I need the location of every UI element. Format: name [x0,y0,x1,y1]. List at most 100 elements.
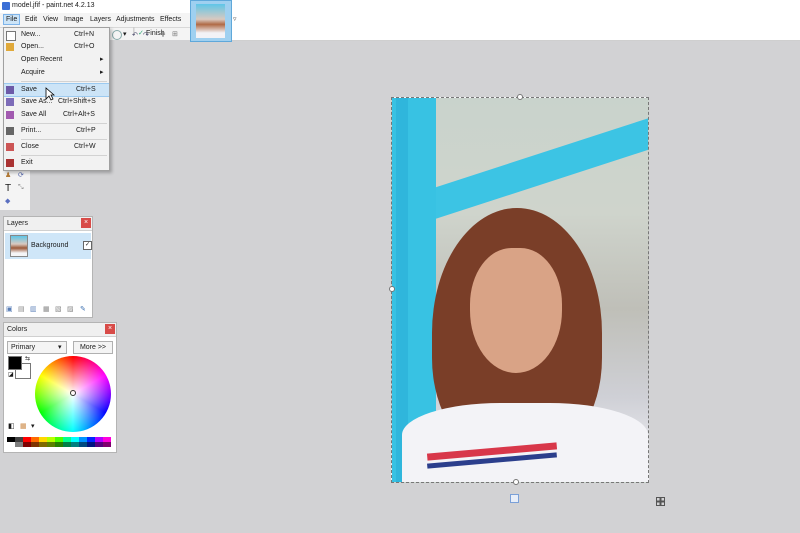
line-tool-icon[interactable]: ⤡ [18,184,24,192]
more-button[interactable]: More >> [73,341,113,354]
move-layer-up-icon[interactable]: ▧ [55,305,62,313]
menu-item-print[interactable]: Print... Ctrl+P [4,125,109,137]
menu-item-open[interactable]: Open... Ctrl+O [4,41,109,53]
image-content [470,248,562,373]
menu-item-save-all[interactable]: Save All Ctrl+Alt+S [4,109,109,121]
exit-icon [6,159,14,167]
print-icon [6,127,14,135]
layers-panel: Layers × Background ✓ ▣ ▤ ▥ ▦ ▧ ▨ ✎ [3,216,93,318]
layer-thumbnail [10,235,28,257]
menu-separator [21,81,107,82]
menu-item-shortcut: Ctrl+O [74,43,95,50]
shapes-tool-icon[interactable]: ◆ [5,197,10,205]
image-tab-strip [190,0,800,41]
menu-item-label: New... [21,31,41,38]
image-tab-thumbnail[interactable] [190,0,232,42]
layers-panel-title: Layers [7,220,29,227]
merge-layer-icon[interactable]: ▦ [43,305,50,313]
tab-dropdown-icon[interactable]: ▿ [233,15,237,23]
layer-row-background[interactable]: Background ✓ [5,233,92,259]
color-palette[interactable] [7,437,111,447]
menu-item-new[interactable]: New... Ctrl+N [4,29,109,41]
menu-adjustments[interactable]: Adjustments [114,15,157,24]
menu-effects[interactable]: Effects [158,15,183,24]
menu-item-shortcut: Ctrl+W [74,143,96,150]
menu-item-label: Open... [21,43,44,50]
app-icon [2,2,10,10]
chevron-down-icon[interactable]: ▾ [31,422,35,430]
chevron-down-icon[interactable]: ▾ [123,30,127,38]
menu-separator [21,139,107,140]
menu-item-acquire[interactable]: Acquire ▸ [4,67,109,79]
menu-view[interactable]: View [41,15,60,24]
save-icon [6,86,14,94]
menu-item-close[interactable]: Close Ctrl+W [4,141,109,153]
close-icon[interactable]: × [105,324,115,334]
menu-item-exit[interactable]: Exit [4,157,109,169]
layers-panel-header: Layers × [4,217,92,231]
reset-colors-icon[interactable]: ◪ [8,371,14,378]
menu-item-label: Open Recent [21,56,63,63]
shape-icon[interactable] [112,30,122,40]
redo-icon[interactable]: ↷ [143,31,149,39]
recolor-icon[interactable]: ⟳ [18,171,24,179]
image-canvas[interactable] [391,97,649,483]
color-wheel-cursor[interactable] [70,390,76,396]
menu-separator [21,155,107,156]
text-tool-icon[interactable]: T [5,183,11,194]
menu-file[interactable]: File [3,14,21,25]
menu-item-save[interactable]: Save Ctrl+S [4,83,109,97]
resize-handle[interactable] [513,479,519,485]
menu-item-open-recent[interactable]: Open Recent ▸ [4,54,109,66]
thumbnail-image [196,4,225,38]
move-layer-down-icon[interactable]: ▨ [67,305,74,313]
add-layer-icon[interactable]: ▣ [6,305,13,313]
menu-item-label: Exit [21,159,33,166]
canvas-anchor-icon[interactable] [510,494,519,503]
resize-handle[interactable] [517,94,523,100]
menu-separator [21,123,107,124]
menu-item-label: Acquire [21,69,45,76]
menu-item-shortcut: Ctrl+Alt+S [63,111,95,118]
layer-name: Background [31,242,69,249]
menu-item-shortcut: Ctrl+Shift+S [58,98,96,105]
menu-layers[interactable]: Layers [88,15,113,24]
image-content [402,403,648,482]
grid-icon[interactable] [656,497,665,506]
duplicate-layer-icon[interactable]: ▥ [30,305,37,313]
pixel-grid-icon[interactable]: ⊞ [172,30,178,38]
new-file-icon [6,31,16,41]
file-menu-dropdown: New... Ctrl+N Open... Ctrl+O Open Recent… [3,27,110,171]
submenu-arrow-icon: ▸ [100,56,104,63]
undo-icon[interactable]: ↶ [132,31,138,39]
menu-item-save-as[interactable]: Save As... Ctrl+Shift+S [4,96,109,108]
colors-panel-header: Colors × [4,323,116,337]
menu-item-shortcut: Ctrl+N [74,31,95,38]
layer-visibility-checkbox[interactable]: ✓ [83,241,92,250]
close-icon[interactable]: × [81,218,91,228]
close-file-icon [6,143,14,151]
layer-properties-icon[interactable]: ✎ [80,305,86,313]
color-mode-select[interactable]: Primary ▾ [7,341,67,354]
save-all-icon [6,111,14,119]
menu-item-shortcut: Ctrl+P [76,127,96,134]
colors-panel-title: Colors [7,326,28,333]
menu-edit[interactable]: Edit [23,15,39,24]
save-as-icon [6,98,14,106]
color-picker-mode-icon[interactable]: ◧ [8,422,15,430]
clone-stamp-icon[interactable]: ♟ [5,171,11,179]
menu-image[interactable]: Image [62,15,85,24]
swap-colors-icon[interactable]: ⇆ [25,355,30,362]
menu-item-shortcut: Ctrl+S [76,86,96,93]
layer-tools-bar: ▣ ▤ ▥ ▦ ▧ ▨ ✎ [4,305,92,316]
delete-layer-icon[interactable]: ▤ [18,305,25,313]
menu-item-label: Close [21,143,39,150]
resize-handle[interactable] [389,286,395,292]
grid-toggle-icon[interactable]: ⋕ [160,30,166,38]
submenu-arrow-icon: ▸ [100,69,104,76]
color-mode-value: Primary [11,344,36,351]
menu-item-label: Save All [21,111,47,118]
palette-icon[interactable]: ▦ [20,422,27,430]
primary-color-swatch[interactable] [8,356,22,370]
menu-item-label: Print... [21,127,42,134]
